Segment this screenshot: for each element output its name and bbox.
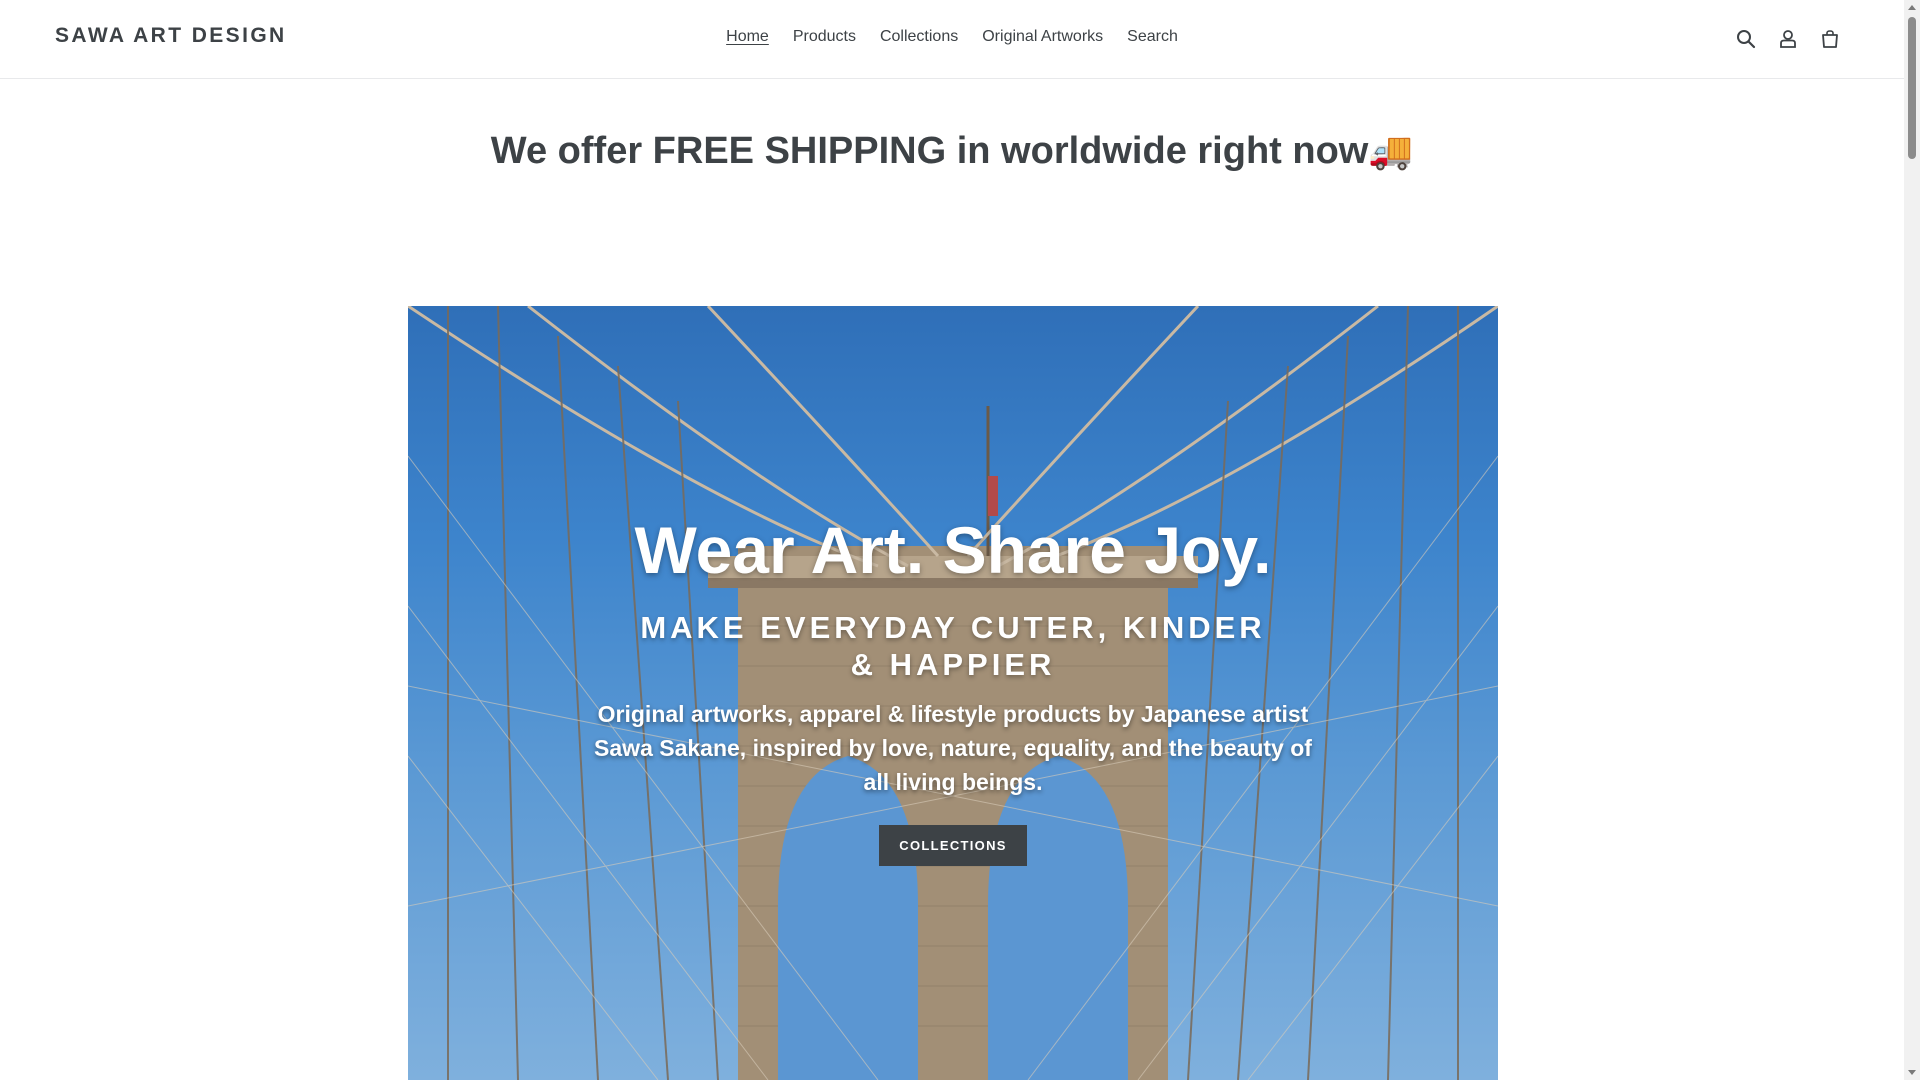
promo-text: We offer FREE SHIPPING in worldwide righ…: [490, 130, 1369, 172]
nav-products-label: Products: [792, 28, 856, 45]
truck-icon: 🚚: [1368, 130, 1414, 171]
scroll-thumb[interactable]: [1908, 17, 1916, 159]
cart-button[interactable]: [1818, 27, 1842, 51]
collections-button[interactable]: COLLECTIONS: [879, 824, 1027, 866]
nav-home[interactable]: Home: [714, 26, 781, 48]
nav-original-artworks-label: Original Artworks: [982, 28, 1104, 45]
hero-description: Original artworks, apparel & lifestyle p…: [594, 700, 1312, 795]
hero-title: Wear Art. Share Joy.: [634, 513, 1272, 587]
hero-subtitle: MAKE EVERYDAY CUTER, KINDER & HAPPIER: [640, 609, 1266, 682]
account-button[interactable]: [1776, 27, 1800, 51]
nav-search[interactable]: Search: [1115, 26, 1190, 48]
promo-banner: We offer FREE SHIPPING in worldwide righ…: [0, 130, 1904, 173]
nav-products[interactable]: Products: [781, 26, 868, 48]
hero-content: Wear Art. Share Joy. MAKE EVERYDAY CUTER…: [408, 514, 1498, 866]
header-icons: [1734, 27, 1842, 51]
nav-collections-label: Collections: [879, 28, 959, 45]
cart-icon: [1822, 30, 1838, 48]
nav-collections[interactable]: Collections: [868, 26, 970, 48]
page: SAWA ART DESIGN Home Products Collection…: [0, 0, 1904, 1080]
scroll-down-arrow-icon[interactable]: [1908, 1070, 1916, 1075]
page-scrollbar[interactable]: [1904, 0, 1920, 1080]
hero-section: Wear Art. Share Joy. MAKE EVERYDAY CUTER…: [408, 306, 1498, 1080]
account-icon: [1780, 30, 1796, 48]
site-header: SAWA ART DESIGN Home Products Collection…: [0, 0, 1904, 79]
scroll-up-arrow-icon[interactable]: [1908, 5, 1916, 10]
nav-search-label: Search: [1127, 28, 1178, 45]
nav-home-label: Home: [726, 28, 769, 45]
main-nav: Home Products Collections Original Artwo…: [0, 26, 1904, 48]
search-icon: [1737, 30, 1756, 49]
search-button[interactable]: [1734, 27, 1758, 51]
nav-original-artworks[interactable]: Original Artworks: [970, 26, 1115, 48]
promo-heading: We offer FREE SHIPPING in worldwide righ…: [0, 130, 1904, 173]
